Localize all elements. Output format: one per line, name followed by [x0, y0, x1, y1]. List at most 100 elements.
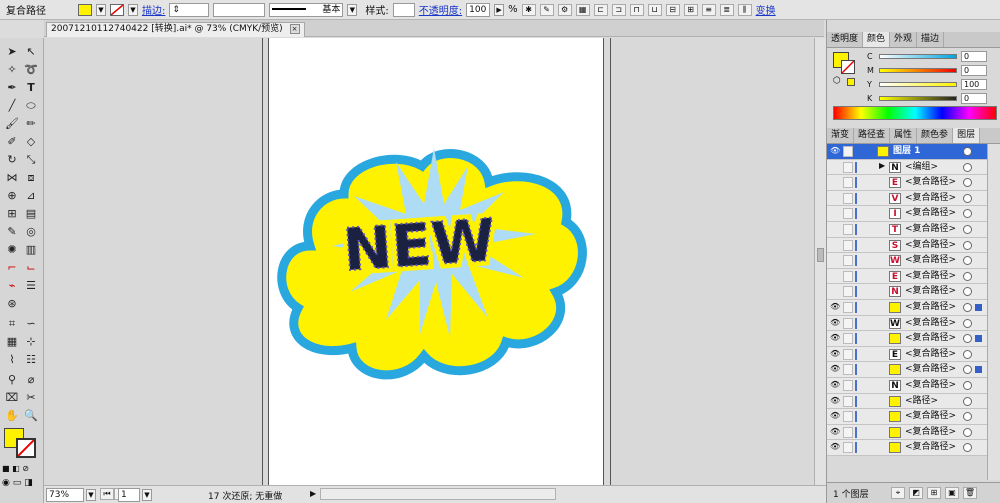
layer-name[interactable]: <复合路径> [905, 223, 956, 236]
target-icon[interactable] [963, 381, 972, 390]
lock-toggle[interactable] [843, 177, 853, 189]
scroll-thumb[interactable] [817, 248, 824, 262]
variable-width-input[interactable] [213, 2, 266, 17]
wrinkle-tool-icon[interactable]: ⌇ [3, 352, 21, 368]
layer-row[interactable]: W <复合路径> [827, 253, 987, 269]
magenta-slider[interactable] [879, 67, 957, 73]
yellow-input[interactable]: 100 [961, 78, 987, 90]
vertical-scrollbar[interactable] [814, 38, 826, 485]
new-layer-icon[interactable]: ▣ [945, 487, 959, 499]
lock-toggle[interactable] [843, 255, 853, 267]
zoom-dropdown[interactable]: ▼ [86, 489, 96, 501]
layer-row[interactable]: E <复合路径> [827, 268, 987, 285]
gradient-tool-icon[interactable]: ▤ [22, 206, 40, 222]
lock-toggle[interactable] [843, 442, 853, 454]
lock-toggle[interactable] [843, 333, 853, 345]
eye-icon[interactable]: 👁 [830, 303, 840, 311]
delete-layer-icon[interactable]: 🗑 [963, 487, 977, 499]
pen-tool-icon[interactable]: ✒ [3, 80, 21, 96]
new-text[interactable]: NEW [340, 205, 499, 285]
opacity-dropdown[interactable]: ▶ [494, 3, 505, 16]
type-tool-icon[interactable]: T [22, 80, 40, 96]
selection-indicator[interactable] [975, 366, 982, 374]
target-icon[interactable] [963, 162, 972, 172]
lock-toggle[interactable] [843, 146, 853, 157]
direct-selection-tool-icon[interactable]: ↖ [22, 44, 40, 60]
gear-icon[interactable]: ⚙ [557, 3, 572, 16]
layer-name[interactable]: 图层 1 [893, 145, 920, 158]
layer-name[interactable]: <复合路径> [905, 239, 956, 252]
black-input[interactable]: 0 [961, 92, 987, 104]
eye-icon[interactable]: 👁 [830, 396, 840, 405]
panel-stroke-swatch[interactable] [841, 60, 855, 74]
layer-row[interactable]: 👁 W <复合路径> [827, 315, 987, 332]
eye-icon[interactable] [830, 225, 840, 233]
lock-toggle[interactable] [843, 161, 853, 173]
lock-toggle[interactable] [843, 317, 853, 329]
layer-name[interactable]: <路径> [905, 395, 938, 408]
target-icon[interactable] [963, 271, 972, 281]
target-icon[interactable] [963, 178, 972, 188]
zoom-tool-icon[interactable]: 🔍 [22, 408, 40, 424]
layers-scrollbar[interactable] [987, 144, 1000, 480]
status-menu-arrow[interactable]: ▶ [310, 489, 316, 498]
warp-tool-icon[interactable]: ⌗ [3, 316, 21, 332]
align-top-icon[interactable]: ⊔ [647, 3, 662, 16]
layer-row[interactable]: 👁 E <复合路径> [827, 346, 987, 363]
swap-fill-stroke-icon[interactable]: ■ ◧ ⊘ [2, 464, 42, 474]
eyedropper-tool-icon[interactable]: ✎ [3, 224, 21, 240]
shape-builder-tool-icon[interactable]: ⊕ [3, 188, 21, 204]
layer-row[interactable]: 👁 <复合路径> [827, 362, 987, 378]
target-icon[interactable] [963, 427, 972, 437]
lock-toggle[interactable] [843, 380, 853, 391]
recolor-icon[interactable]: ✱ [521, 3, 536, 16]
align-center-icon[interactable]: ⊐ [611, 3, 626, 16]
layer-name[interactable]: <复合路径> [905, 192, 956, 205]
opacity-link[interactable]: 不透明度: [419, 2, 462, 17]
target-icon[interactable] [963, 147, 972, 156]
screen-mode-icon[interactable]: ◉ ▭ ◨ [2, 478, 42, 490]
lock-toggle[interactable] [843, 364, 853, 376]
blob-brush-tool-icon[interactable]: ✐ [3, 134, 21, 150]
twirl-tool-icon[interactable]: ∽ [22, 316, 40, 332]
artwork[interactable]: NEW NEW [274, 142, 594, 402]
lock-toggle[interactable] [843, 411, 853, 423]
transform-link[interactable]: 变换 [756, 2, 776, 17]
fill-dropdown[interactable]: ▼ [96, 3, 106, 16]
layer-name[interactable]: <复合路径> [905, 379, 956, 392]
layer-name[interactable]: <复合路径> [905, 441, 956, 454]
tab-transparency[interactable]: 透明度 [827, 32, 864, 47]
brush-icon[interactable]: ✎ [539, 3, 554, 16]
locate-object-icon[interactable]: ⌖ [891, 487, 905, 499]
eye-icon[interactable]: 👁 [830, 334, 840, 342]
tab-color-guide[interactable]: 颜色参 [917, 128, 954, 143]
layer-name[interactable]: <复合路径> [905, 207, 956, 220]
eye-icon[interactable]: 👁 [830, 349, 840, 358]
close-icon[interactable]: × [289, 24, 300, 34]
profile-dropdown[interactable]: ▼ [347, 3, 358, 16]
lock-toggle[interactable] [843, 286, 853, 298]
lock-toggle[interactable] [843, 208, 853, 220]
target-icon[interactable] [963, 396, 972, 406]
symbol-sprayer-tool-icon[interactable]: ✺ [3, 242, 21, 258]
layer-row[interactable]: I <复合路径> [827, 206, 987, 222]
measure-tool-icon[interactable]: ⚲ [3, 372, 21, 388]
artboard-tool-icon[interactable]: ⌐ [3, 260, 21, 276]
layer-row[interactable]: 👁 <复合路径> [827, 300, 987, 316]
stroke-profile-select[interactable]: 基本 [269, 2, 344, 17]
clipping-mask-icon[interactable]: ◩ [909, 487, 923, 499]
eye-icon[interactable] [830, 241, 840, 249]
layer-name[interactable]: <复合路径> [905, 270, 956, 283]
eye-icon[interactable] [830, 287, 840, 295]
target-icon[interactable] [963, 365, 972, 375]
layer-row[interactable]: E <复合路径> [827, 175, 987, 191]
stroke-color-swatch[interactable] [16, 438, 36, 458]
target-icon[interactable] [963, 334, 972, 344]
style-select[interactable] [392, 2, 415, 17]
document-tab[interactable]: 20071210112740422 [转换].ai* @ 73% (CMYK/预… [46, 22, 305, 37]
align-middle-icon[interactable]: ⊟ [665, 3, 680, 16]
eye-icon[interactable] [830, 256, 840, 264]
target-icon[interactable] [963, 209, 972, 219]
perspective-grid-tool-icon[interactable]: ⊿ [22, 188, 40, 204]
target-icon[interactable] [963, 303, 972, 312]
